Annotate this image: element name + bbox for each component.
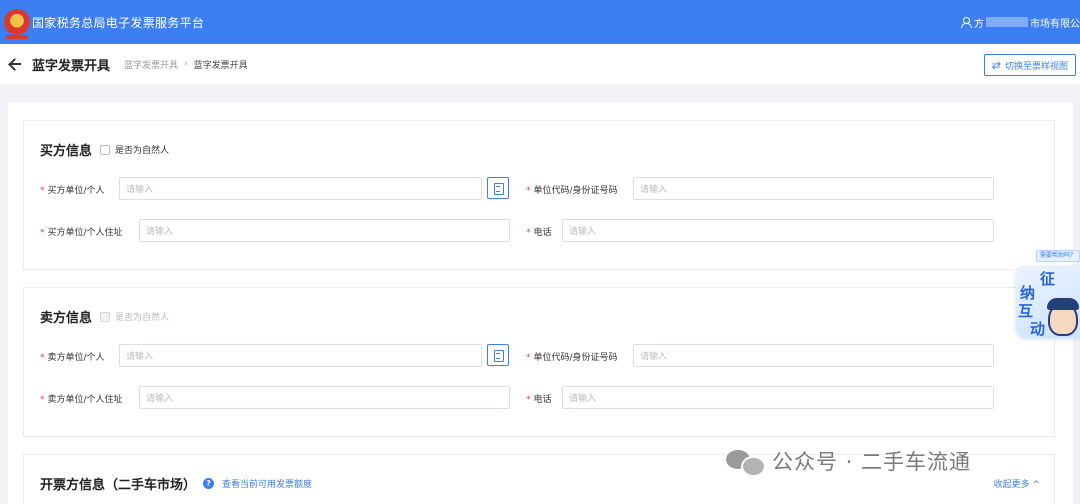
buyer-address-label: * 买方单位/个人住址 <box>40 228 123 238</box>
buyer-name-input[interactable]: 请输入 <box>119 177 482 200</box>
buyer-natural-person-checkbox[interactable]: 是否为自然人 <box>100 143 169 156</box>
issuer-title: 开票方信息（二手车市场） <box>40 478 197 493</box>
switch-view-button[interactable]: ⇄ 切换至票样视图 <box>983 54 1076 76</box>
checkbox-box <box>100 311 111 322</box>
buyer-code-label: * 单位代码/身份证号码 <box>526 186 618 196</box>
seller-phone-label: * 电话 <box>526 395 552 405</box>
issuer-card-header: 开票方信息（二手车市场） ? 查看当前可用发票额度 <box>40 474 312 493</box>
user-name-prefix: 方 <box>974 18 984 30</box>
redacted-mask <box>986 17 1028 27</box>
back-arrow-icon[interactable] <box>8 56 24 72</box>
buyer-phone-label: * 电话 <box>526 228 552 238</box>
page-title: 蓝字发票开具 <box>32 58 111 74</box>
seller-card: 卖方信息 是否为自然人 * 卖方单位/个人 请输入 * 单位代码/身份证号码 请输入… <box>23 287 1055 437</box>
breadcrumb-current: 蓝字发票开具 <box>193 60 248 71</box>
user-icon <box>961 17 972 28</box>
seller-name-input[interactable]: 请输入 <box>119 344 482 367</box>
address-book-button[interactable] <box>487 344 509 366</box>
switch-view-label: 切换至票样视图 <box>1004 61 1068 72</box>
assistant-char: 动 <box>1030 320 1046 338</box>
address-book-button[interactable] <box>487 177 509 199</box>
wechat-icon <box>726 448 766 477</box>
collapse-more-link[interactable]: 收起更多 ^ <box>994 477 1040 490</box>
buyer-code-input[interactable]: 请输入 <box>633 177 994 200</box>
watermark-text: 公众号 · 二手车流通 <box>772 450 972 474</box>
swap-icon: ⇄ <box>991 58 1001 72</box>
breadcrumb-item[interactable]: 蓝字发票开具 <box>124 58 178 71</box>
seller-address-input[interactable]: 请输入 <box>139 386 510 409</box>
top-bar: 国家税务总局电子发票服务平台 方 市场有限公 <box>0 0 1080 44</box>
seller-code-input[interactable]: 请输入 <box>633 344 994 367</box>
seller-phone-input[interactable]: 请输入 <box>562 386 994 409</box>
seller-title: 卖方信息 <box>40 311 93 326</box>
breadcrumb: 蓝字发票开具 › 蓝字发票开具 <box>124 58 248 71</box>
seller-name-label: * 卖方单位/个人 <box>40 353 105 363</box>
buyer-title: 买方信息 <box>40 144 93 159</box>
assistant-char: 征 <box>1040 270 1056 288</box>
seller-card-header: 卖方信息 是否为自然人 <box>40 307 169 326</box>
checkbox-label: 是否为自然人 <box>115 146 170 156</box>
buyer-card: 买方信息 是否为自然人 * 买方单位/个人 请输入 * 单位代码/身份证号码 请输入… <box>23 120 1055 270</box>
tax-emblem-icon <box>4 9 30 39</box>
checkbox-box[interactable] <box>100 144 111 155</box>
buyer-card-header: 买方信息 是否为自然人 <box>40 140 169 159</box>
buyer-phone-input[interactable]: 请输入 <box>562 219 994 242</box>
tax-assistant-widget[interactable]: 需要帮助吗？ 征 纳 互 动 <box>1016 248 1080 340</box>
seller-code-label: * 单位代码/身份证号码 <box>526 353 618 363</box>
platform-title: 国家税务总局电子发票服务平台 <box>32 15 205 30</box>
page-header: 蓝字发票开具 蓝字发票开具 › 蓝字发票开具 ⇄ 切换至票样视图 <box>0 44 1080 84</box>
assistant-badge[interactable]: 需要帮助吗？ <box>1035 250 1080 262</box>
assistant-bubble[interactable]: 征 纳 互 动 <box>1016 266 1080 338</box>
buyer-name-label: * 买方单位/个人 <box>40 186 105 196</box>
seller-address-label: * 卖方单位/个人住址 <box>40 395 123 405</box>
assistant-avatar-icon <box>1047 298 1079 336</box>
quota-link[interactable]: 查看当前可用发票额度 <box>222 477 312 490</box>
user-menu[interactable]: 方 市场有限公 <box>961 0 1080 44</box>
breadcrumb-separator: › <box>184 59 188 69</box>
seller-natural-person-checkbox: 是否为自然人 <box>100 310 169 323</box>
user-name-suffix: 市场有限公 <box>1030 18 1080 30</box>
buyer-address-input[interactable]: 请输入 <box>139 219 510 242</box>
main-content: 买方信息 是否为自然人 * 买方单位/个人 请输入 * 单位代码/身份证号码 请输入… <box>8 102 1073 504</box>
help-icon[interactable]: ? <box>203 478 215 489</box>
watermark: 公众号 · 二手车流通 <box>726 446 972 477</box>
checkbox-label: 是否为自然人 <box>115 313 170 323</box>
